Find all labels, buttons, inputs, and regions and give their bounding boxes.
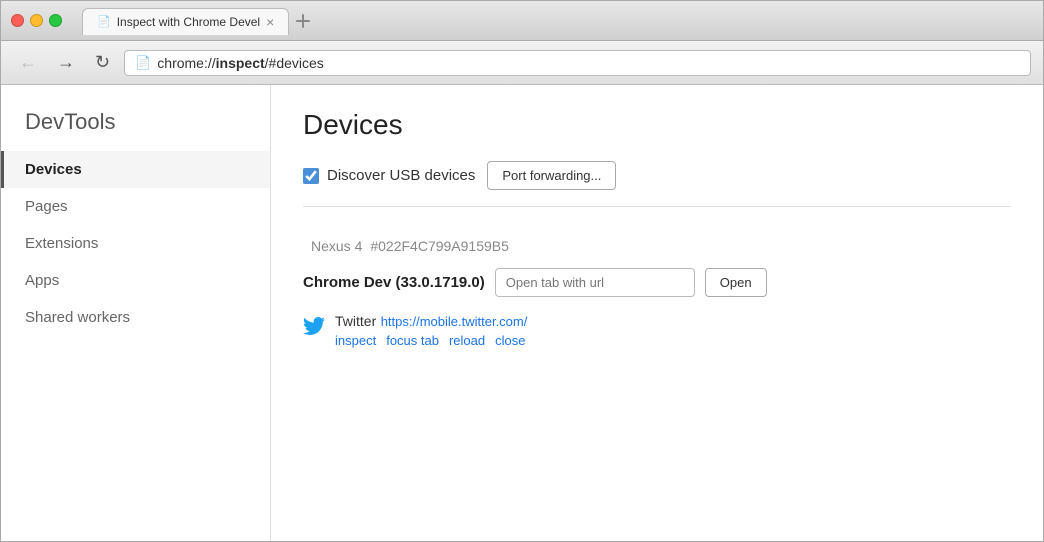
- tab-bar: 📄 Inspect with Chrome Devel ×: [82, 7, 317, 35]
- sidebar-item-apps[interactable]: Apps: [1, 262, 270, 299]
- url-prefix: chrome://: [157, 55, 215, 71]
- tab-url-link[interactable]: https://mobile.twitter.com/: [381, 314, 528, 329]
- sidebar: DevTools Devices Pages Extensions Apps S…: [1, 85, 271, 541]
- tab-favicon-icon: 📄: [97, 15, 111, 28]
- content-area: DevTools Devices Pages Extensions Apps S…: [1, 85, 1043, 541]
- page-icon: 📄: [135, 55, 151, 71]
- device-model: Nexus 4: [311, 238, 362, 254]
- url-display: chrome://inspect/#devices: [157, 55, 324, 71]
- new-tab-button[interactable]: [289, 7, 317, 35]
- sidebar-title: DevTools: [1, 109, 270, 151]
- port-forwarding-button[interactable]: Port forwarding...: [487, 161, 616, 190]
- device-browser-row: Chrome Dev (33.0.1719.0) Open: [303, 268, 1011, 297]
- usb-discover-row: Discover USB devices Port forwarding...: [303, 161, 1011, 207]
- inspect-link[interactable]: inspect: [335, 333, 376, 348]
- tab-close-button[interactable]: ×: [266, 14, 274, 30]
- navigation-bar: ← → ↻ 📄 chrome://inspect/#devices: [1, 41, 1043, 85]
- tab-favicon: [303, 315, 325, 337]
- discover-usb-checkbox[interactable]: [303, 168, 319, 184]
- reload-button[interactable]: ↻: [89, 48, 116, 77]
- device-name-heading: Nexus 4 #022F4C799A9159B5: [303, 227, 1011, 258]
- active-tab[interactable]: 📄 Inspect with Chrome Devel ×: [82, 8, 289, 35]
- reload-link[interactable]: reload: [449, 333, 485, 348]
- main-content: Devices Discover USB devices Port forwar…: [271, 85, 1043, 541]
- back-button[interactable]: ←: [13, 48, 43, 77]
- tab-page-title: Twitter: [335, 313, 376, 329]
- sidebar-item-devices[interactable]: Devices: [1, 151, 270, 188]
- discover-usb-text: Discover USB devices: [327, 167, 475, 184]
- traffic-lights: [11, 14, 62, 27]
- open-tab-url-input[interactable]: [495, 268, 695, 297]
- tab-info: Twitter https://mobile.twitter.com/ insp…: [335, 313, 527, 348]
- tab-title: Inspect with Chrome Devel: [117, 15, 260, 29]
- page-title: Devices: [303, 109, 1011, 141]
- tab-actions: inspect focus tab reload close: [335, 333, 527, 348]
- tab-entry: Twitter https://mobile.twitter.com/ insp…: [303, 313, 1011, 348]
- sidebar-item-extensions[interactable]: Extensions: [1, 225, 270, 262]
- forward-button[interactable]: →: [51, 48, 81, 77]
- close-button[interactable]: [11, 14, 24, 27]
- discover-usb-label[interactable]: Discover USB devices: [303, 167, 475, 184]
- device-id: #022F4C799A9159B5: [370, 238, 509, 254]
- minimize-button[interactable]: [30, 14, 43, 27]
- url-keyword: inspect: [216, 55, 265, 71]
- browser-window: 📄 Inspect with Chrome Devel × ← → ↻ 📄 ch…: [0, 0, 1044, 542]
- titlebar: 📄 Inspect with Chrome Devel ×: [1, 1, 1043, 41]
- focus-tab-link[interactable]: focus tab: [386, 333, 439, 348]
- sidebar-item-pages[interactable]: Pages: [1, 188, 270, 225]
- maximize-button[interactable]: [49, 14, 62, 27]
- url-suffix: /#devices: [265, 55, 324, 71]
- close-link[interactable]: close: [495, 333, 525, 348]
- address-bar[interactable]: 📄 chrome://inspect/#devices: [124, 50, 1031, 76]
- tab-title-row: Twitter https://mobile.twitter.com/: [335, 313, 527, 331]
- sidebar-item-shared-workers[interactable]: Shared workers: [1, 299, 270, 336]
- open-tab-button[interactable]: Open: [705, 268, 767, 297]
- browser-name: Chrome Dev (33.0.1719.0): [303, 274, 485, 291]
